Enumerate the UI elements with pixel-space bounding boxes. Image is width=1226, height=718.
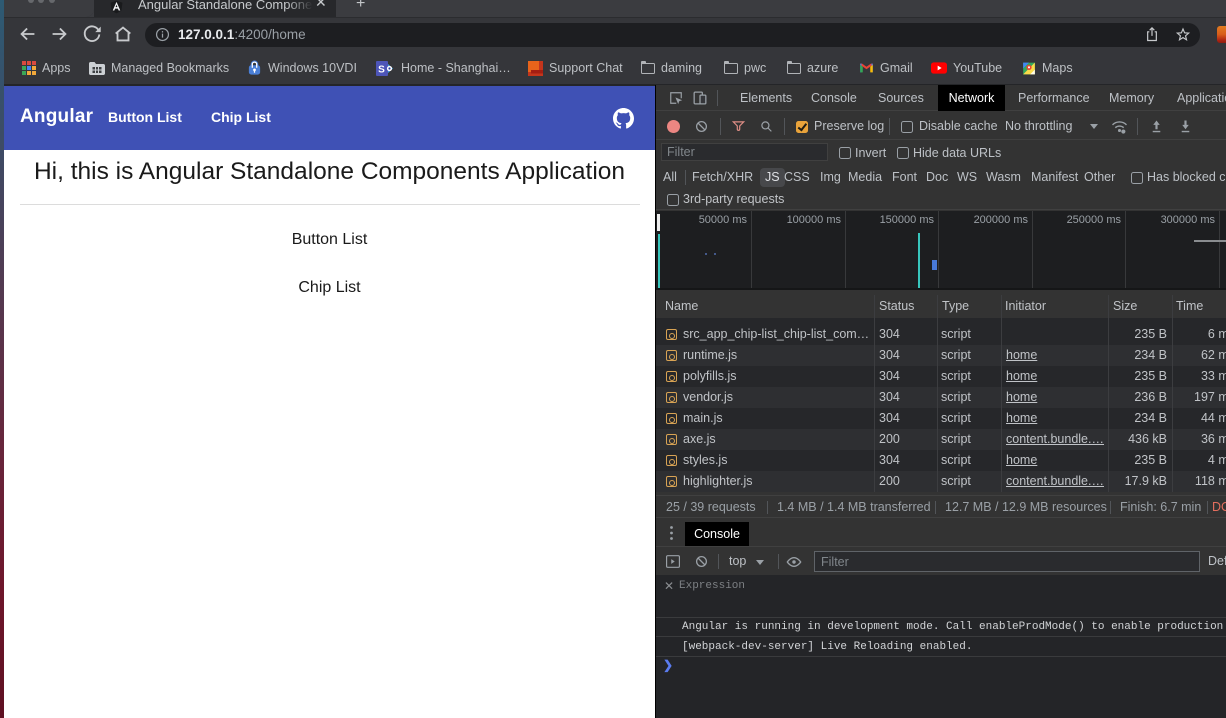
svg-text:S: S: [378, 64, 385, 75]
